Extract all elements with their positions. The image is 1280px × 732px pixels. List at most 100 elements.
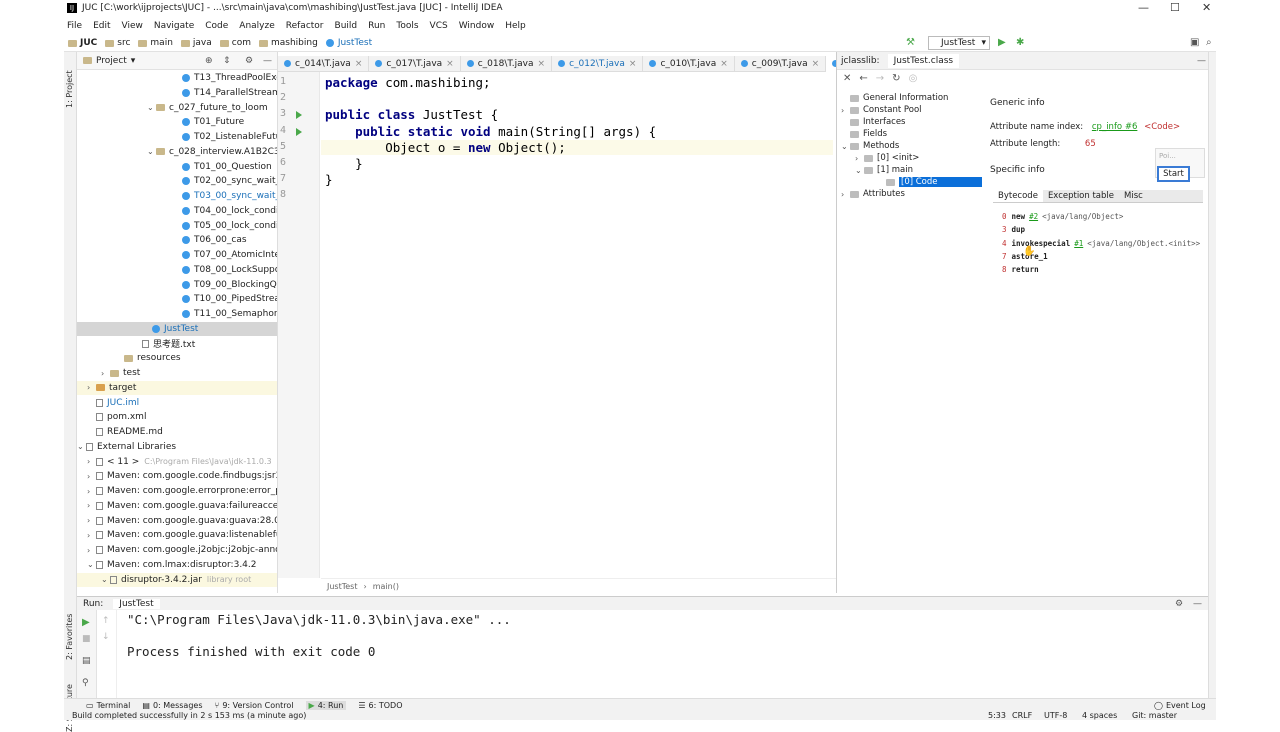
editor-tab[interactable]: c_009\T.java × xyxy=(735,55,827,72)
expand-caret-icon[interactable]: ⌄ xyxy=(101,575,110,584)
layout-icon[interactable]: ▤ xyxy=(82,656,91,666)
close-icon[interactable]: ✕ xyxy=(843,73,851,84)
project-tree-item[interactable]: T01_Future xyxy=(77,115,277,129)
run-gutter-icon[interactable] xyxy=(296,127,302,136)
minimize-button[interactable]: — xyxy=(1138,1,1149,14)
run-icon[interactable]: ▶ xyxy=(998,37,1006,48)
project-tree-item[interactable]: T04_00_lock_condition xyxy=(77,204,277,218)
project-tree-item[interactable]: pom.xml xyxy=(77,410,277,424)
expand-caret-icon[interactable]: › xyxy=(87,383,96,392)
expand-caret-icon[interactable]: ⌄ xyxy=(147,147,156,156)
editor-tab[interactable]: c_010\T.java × xyxy=(643,55,735,72)
classfile-tree-item[interactable]: Interfaces xyxy=(841,116,905,128)
classfile-tree-item[interactable]: [0] Code xyxy=(877,176,982,188)
code-editor[interactable]: package com.mashibing; public class JustT… xyxy=(321,72,836,578)
cp-info-link[interactable]: cp_info #6 xyxy=(1092,122,1138,132)
stop-icon[interactable]: ■ xyxy=(82,634,91,644)
subtab-misc[interactable]: Misc xyxy=(1119,190,1148,202)
breadcrumb-project[interactable]: JUC xyxy=(68,38,97,48)
caret-position[interactable]: 5:33 xyxy=(988,711,1006,720)
subtab-exception-table[interactable]: Exception table xyxy=(1043,190,1119,202)
menu-vcs[interactable]: VCS xyxy=(430,21,448,31)
editor-tab[interactable]: c_018\T.java × xyxy=(461,55,553,72)
debug-icon[interactable]: ✱ xyxy=(1016,37,1024,48)
project-tree-item[interactable]: › Maven: com.google.j2objc:j2objc-annotat… xyxy=(77,543,277,557)
menu-view[interactable]: View xyxy=(122,21,143,31)
breadcrumb-justtest[interactable]: JustTest xyxy=(325,38,372,48)
back-icon[interactable]: ← xyxy=(859,73,867,84)
editor-tab[interactable]: c_012\T.java × xyxy=(552,55,644,72)
project-tool-tab[interactable]: 1: Project xyxy=(65,70,74,108)
editor-tab[interactable]: c_014\T.java × xyxy=(278,55,370,72)
project-tree-item[interactable]: T06_00_cas xyxy=(77,233,277,247)
menu-run[interactable]: Run xyxy=(368,21,385,31)
expand-caret-icon[interactable]: ⌄ xyxy=(77,442,86,451)
gear-icon[interactable]: ⚙ xyxy=(1175,599,1183,609)
rerun-icon[interactable]: ▶ xyxy=(82,617,90,628)
event-log-tab[interactable]: ◯ Event Log xyxy=(1154,701,1206,710)
project-tree-item[interactable]: ⌄ Maven: com.lmax:disruptor:3.4.2 xyxy=(77,558,277,572)
start-button[interactable]: Start xyxy=(1157,166,1190,182)
project-tree-item[interactable]: › < 11 > C:\Program Files\Java\jdk-11.0.3 xyxy=(77,455,277,469)
close-icon[interactable]: × xyxy=(538,59,546,69)
console-output[interactable]: "C:\Program Files\Java\jdk-11.0.3\bin\ja… xyxy=(117,610,1208,700)
project-tree-item[interactable]: T10_00_PipedStream xyxy=(77,292,277,306)
run-tool-tab[interactable]: ▶ 4: Run xyxy=(305,700,347,710)
expand-caret-icon[interactable]: › xyxy=(841,190,850,199)
crumb-method[interactable]: main() xyxy=(373,582,399,591)
expand-caret-icon[interactable]: › xyxy=(87,472,96,481)
project-tree-item[interactable]: › target xyxy=(77,380,277,395)
expand-caret-icon[interactable]: ⌄ xyxy=(841,142,850,151)
expand-caret-icon[interactable]: ⌄ xyxy=(87,560,96,569)
classfile-tree-item[interactable]: › Attributes xyxy=(841,188,905,200)
breadcrumb-mashibing[interactable]: mashibing xyxy=(259,38,318,48)
expand-caret-icon[interactable]: › xyxy=(87,487,96,496)
run-config-select[interactable]: JustTest ▾ xyxy=(928,36,990,50)
close-icon[interactable]: × xyxy=(720,59,728,69)
project-tree-item[interactable]: T09_00_BlockingQueue xyxy=(77,278,277,292)
project-structure-icon[interactable]: ▣ xyxy=(1190,37,1199,48)
close-icon[interactable]: × xyxy=(446,59,454,69)
breadcrumb-com[interactable]: com xyxy=(219,38,251,48)
refresh-icon[interactable]: ↻ xyxy=(892,73,900,84)
editor-tab[interactable]: c_017\T.java × xyxy=(369,55,461,72)
project-tree-item[interactable]: ⌄ External Libraries xyxy=(77,440,277,454)
expand-caret-icon[interactable]: › xyxy=(841,106,850,115)
project-tree-item[interactable]: ⌄ c_028_interview.A1B2C3 xyxy=(77,145,277,159)
constant-pool-link[interactable]: #1 xyxy=(1074,239,1083,248)
project-tree-item[interactable]: T03_00_sync_wait_notify xyxy=(77,189,277,203)
menu-file[interactable]: File xyxy=(67,21,82,31)
close-button[interactable]: ✕ xyxy=(1202,1,1211,14)
project-tree-item[interactable]: › Maven: com.google.guava:guava:28.0-jre xyxy=(77,514,277,528)
file-encoding[interactable]: UTF-8 xyxy=(1044,711,1067,720)
up-icon[interactable]: ↑ xyxy=(102,616,110,626)
close-icon[interactable]: × xyxy=(812,59,820,69)
project-tree-item[interactable]: › test xyxy=(77,366,277,380)
classfile-tree-item[interactable]: General Information xyxy=(841,92,948,104)
constant-pool-link[interactable]: #2 xyxy=(1029,212,1038,221)
project-tree-item[interactable]: T07_00_AtomicInteger xyxy=(77,248,277,262)
project-tree-item[interactable]: resources xyxy=(77,351,277,365)
collapse-icon[interactable]: ⇕ xyxy=(223,56,231,66)
classfile-tree-item[interactable]: › Constant Pool xyxy=(841,104,922,116)
menu-build[interactable]: Build xyxy=(335,21,358,31)
project-tree-item[interactable]: ⌄ c_027_future_to_loom xyxy=(77,101,277,115)
menu-tools[interactable]: Tools xyxy=(396,21,418,31)
breadcrumb-java[interactable]: java xyxy=(180,38,212,48)
project-tree-item[interactable]: › Maven: com.google.errorprone:error_pron… xyxy=(77,484,277,498)
menu-refactor[interactable]: Refactor xyxy=(286,21,324,31)
expand-caret-icon[interactable]: › xyxy=(101,369,110,378)
build-hammer-icon[interactable]: ⚒ xyxy=(906,37,915,48)
project-tree-item[interactable]: › Maven: com.google.guava:listenablefutur… xyxy=(77,528,277,542)
favorites-tool-tab[interactable]: 2: Favorites xyxy=(65,614,74,660)
down-icon[interactable]: ↓ xyxy=(102,632,110,642)
run-gutter-icon[interactable] xyxy=(296,111,302,120)
breadcrumb-main[interactable]: main xyxy=(138,38,173,48)
project-tree-item[interactable]: T13_ThreadPoolExecuto xyxy=(77,71,277,85)
gear-icon[interactable]: ⚙ xyxy=(245,56,253,66)
chevron-down-icon[interactable]: ▾ xyxy=(131,56,136,66)
project-tree-item[interactable]: › Maven: com.google.code.findbugs:jsr305:… xyxy=(77,469,277,483)
project-tree-item[interactable]: 思考题.txt xyxy=(77,337,277,351)
menu-edit[interactable]: Edit xyxy=(93,21,110,31)
maximize-button[interactable]: ☐ xyxy=(1170,1,1180,14)
